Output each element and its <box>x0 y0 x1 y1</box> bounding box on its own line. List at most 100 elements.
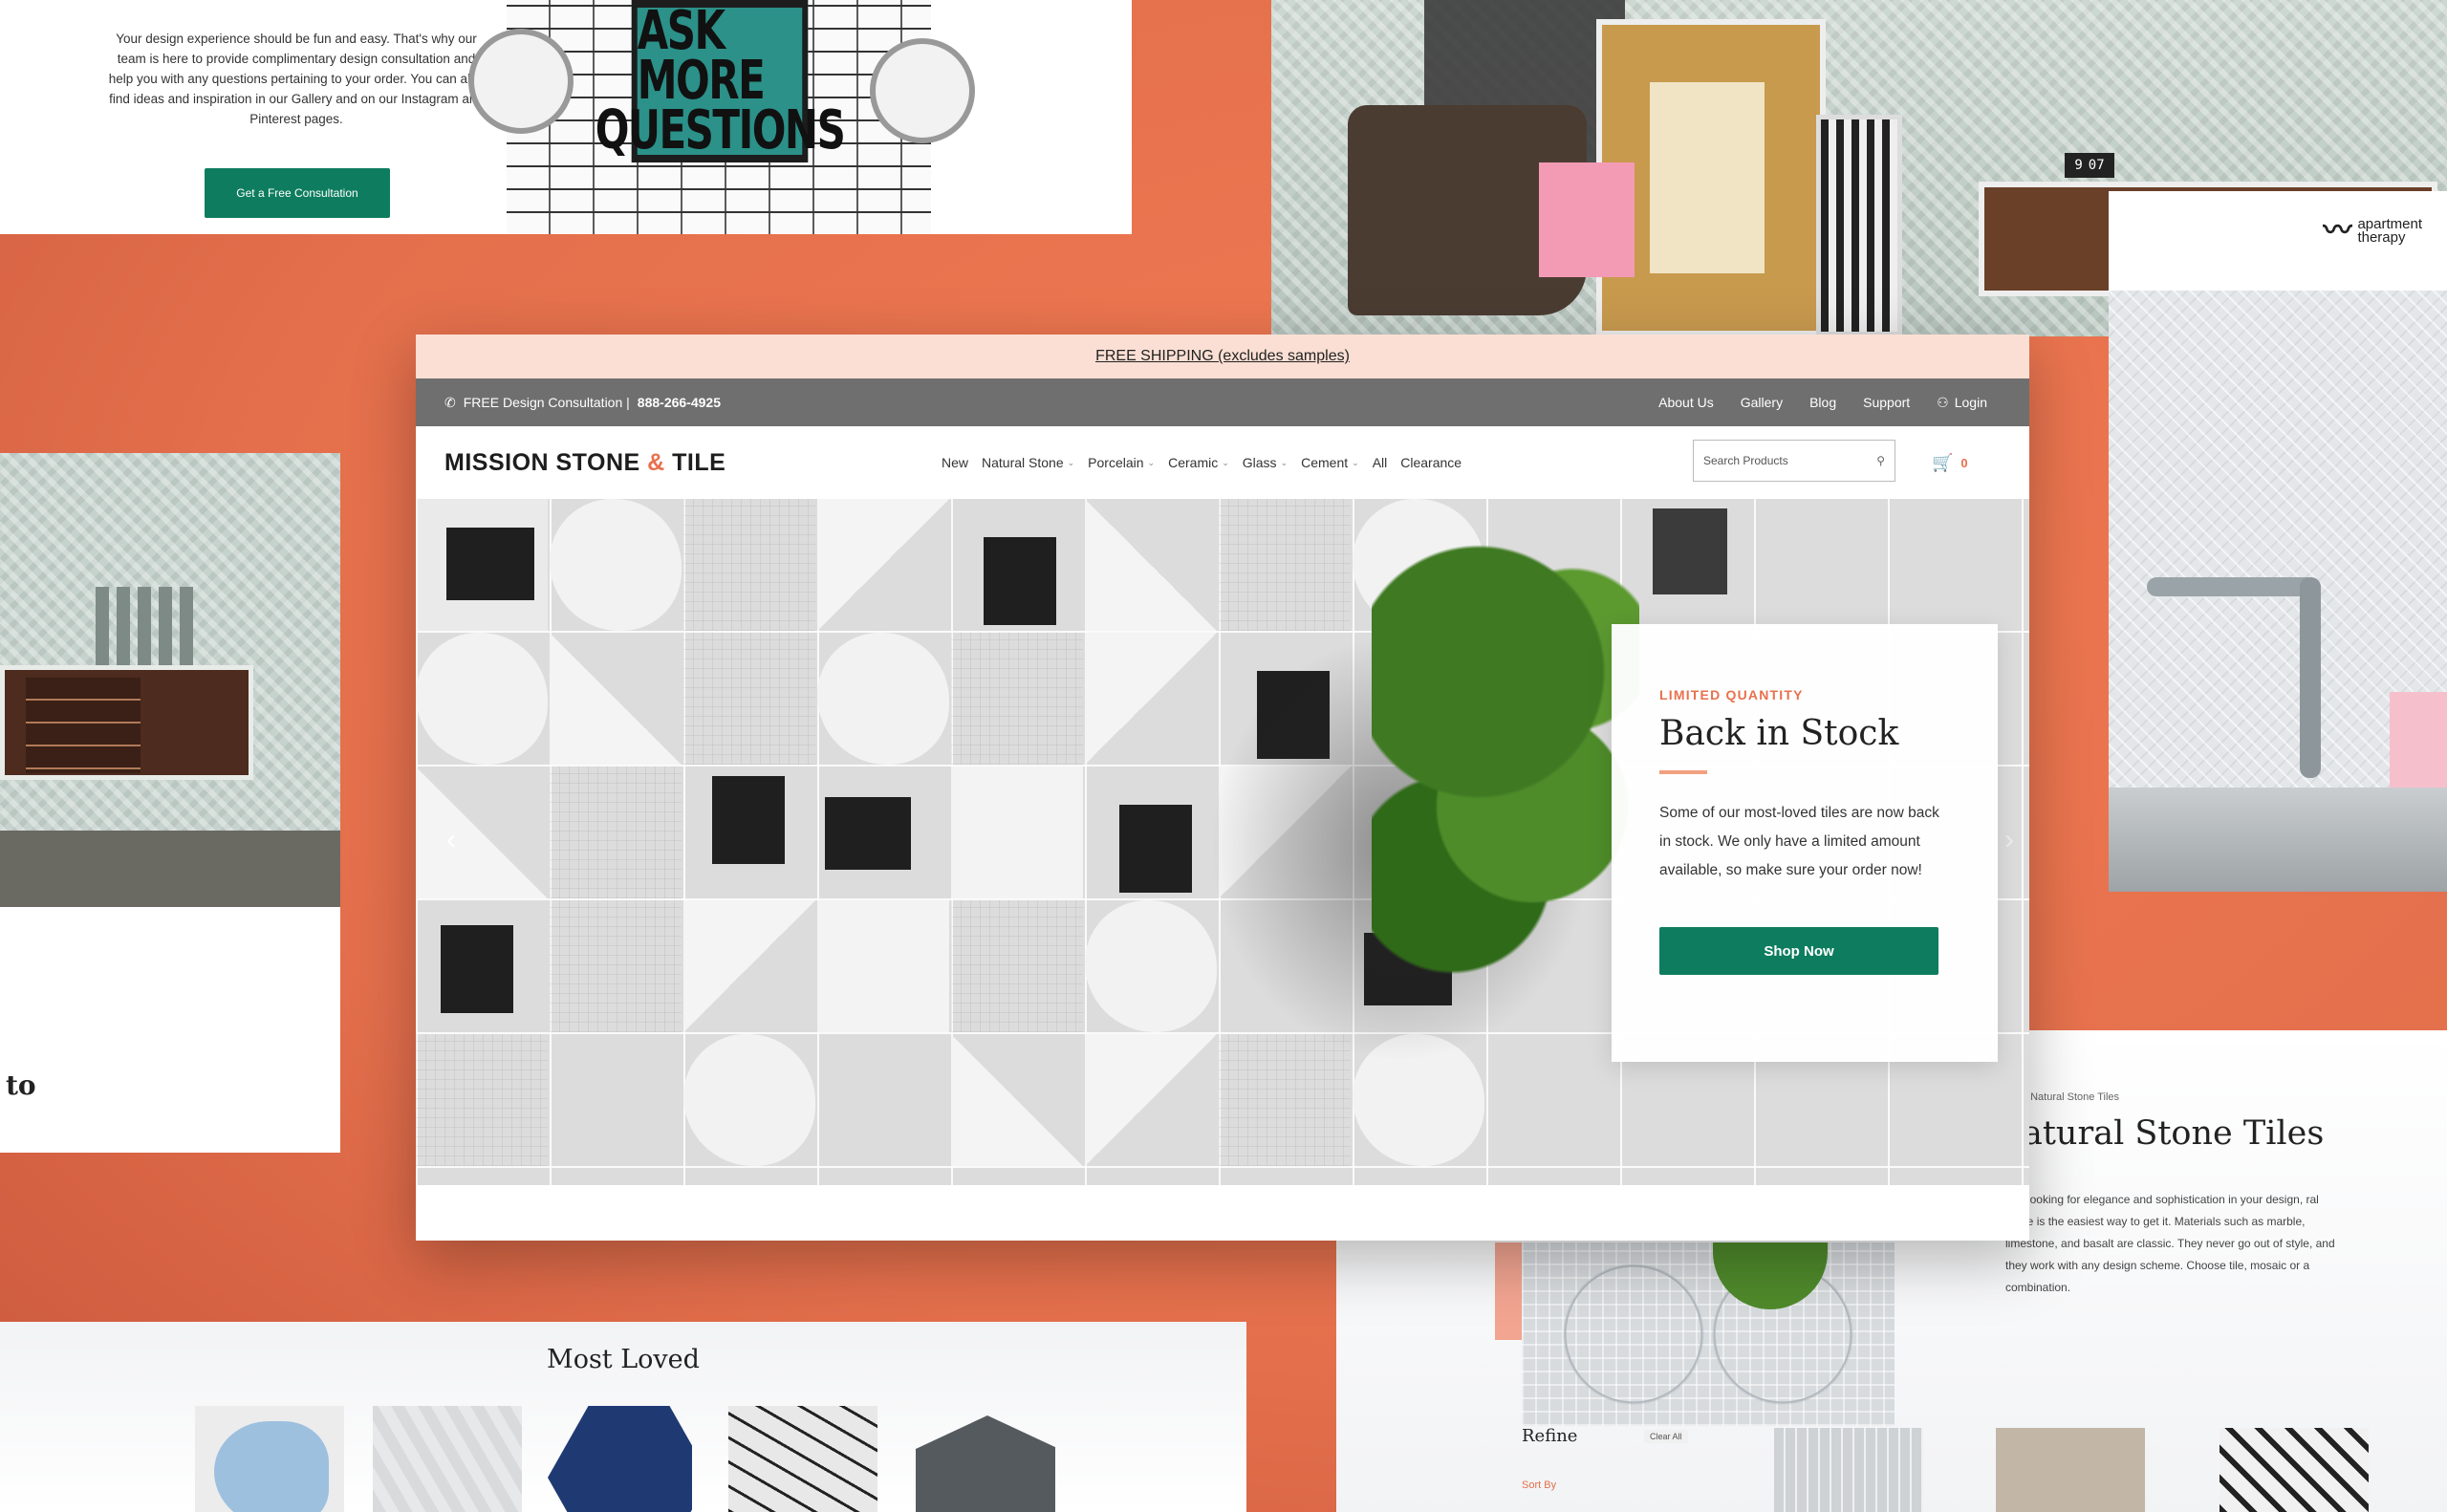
logo-text: TILE <box>672 448 726 476</box>
search-placeholder: Search Products <box>1703 454 1788 467</box>
product-thumbnail[interactable] <box>1996 1428 2145 1512</box>
cart-count: 0 <box>1960 456 1968 470</box>
promo-divider <box>1659 770 1707 774</box>
menu-item-natural-stone[interactable]: Natural Stone ⌄ <box>982 455 1074 470</box>
poster-line-1: ASK MORE <box>637 0 766 112</box>
menu-label: Cement <box>1301 455 1349 470</box>
menu-item-ceramic[interactable]: Ceramic ⌄ <box>1168 455 1229 470</box>
carousel-prev-arrow-icon[interactable]: ‹ <box>446 824 456 856</box>
menu-item-clearance[interactable]: Clearance <box>1400 455 1462 470</box>
heading-fragment: to <box>6 1069 36 1101</box>
sort-by-toggle[interactable]: Sort By <box>1522 1480 1556 1491</box>
clear-all-button[interactable]: Clear All <box>1644 1430 1688 1443</box>
blog-link[interactable]: Blog <box>1809 395 1836 410</box>
menu-label: Ceramic <box>1168 455 1219 470</box>
product-thumbnail[interactable] <box>195 1406 344 1512</box>
user-icon: ⚇ <box>1937 394 1949 410</box>
marble-mosaic-photo <box>1522 1242 1895 1426</box>
most-loved-title: Most Loved <box>547 1345 700 1374</box>
apartment-therapy-icon: 〰 <box>2323 214 2352 248</box>
left-text-panel: to <box>0 907 340 1153</box>
vases <box>96 587 201 665</box>
wall-clock-icon <box>870 38 975 143</box>
chevron-down-icon: ⌄ <box>1147 457 1156 467</box>
promo-title: Back in Stock <box>1659 714 1899 753</box>
faucet <box>2147 577 2319 596</box>
press-logo-bar: 〰 apartment therapy <box>2109 191 2447 291</box>
promo-body: Some of our most-loved tiles are now bac… <box>1659 805 1939 878</box>
sink <box>2109 788 2447 892</box>
free-consultation-button[interactable]: Get a Free Consultation <box>205 168 390 218</box>
below-hero-area <box>416 1185 2029 1241</box>
kitchen-sink-photo <box>2109 291 2447 892</box>
chevron-down-icon: ⌄ <box>1067 457 1075 467</box>
breadcrumb[interactable]: / Natural Stone Tiles <box>2025 1091 2119 1103</box>
clock-hour: 9 <box>2074 158 2083 173</box>
homepage-mockup: FREE SHIPPING (excludes samples) ✆ FREE … <box>416 335 2029 1241</box>
pink-cup <box>2390 692 2447 797</box>
product-thumbnail[interactable] <box>543 1406 692 1512</box>
utility-bar: ✆ FREE Design Consultation | 888-266-492… <box>416 378 2029 426</box>
potted-plant <box>1372 537 1639 986</box>
site-logo[interactable]: MISSION STONE & TILE <box>444 449 725 477</box>
decor-strip <box>1495 1242 1522 1340</box>
flip-clock: 9 07 <box>2065 153 2114 178</box>
wall-clock-icon <box>468 29 574 134</box>
logo-line-2: therapy <box>2357 229 2406 246</box>
logo-ampersand: & <box>647 448 665 476</box>
brick-wall-photo: ASK MORE QUESTIONS <box>468 0 975 234</box>
refine-heading: Refine <box>1522 1426 1578 1446</box>
utility-links: About Us Gallery Blog Support ⚇ Login <box>1658 395 1987 411</box>
menu-item-new[interactable]: New <box>942 455 968 470</box>
product-thumbnail[interactable] <box>2220 1428 2369 1512</box>
carousel-next-arrow-icon[interactable]: › <box>2004 824 2014 856</box>
chevron-down-icon: ⌄ <box>1222 457 1229 467</box>
apartment-therapy-logo: 〰 apartment therapy <box>2323 214 2422 248</box>
floor <box>0 831 340 907</box>
category-description: u're looking for elegance and sophistica… <box>2005 1193 2335 1294</box>
promo-card: LIMITED QUANTITY Back in Stock Some of o… <box>1612 624 1998 1062</box>
cart-button[interactable]: 🛒 0 <box>1932 453 1968 473</box>
menu-label: Glass <box>1242 455 1277 470</box>
consultation-text: Your design experience should be fun and… <box>108 32 485 126</box>
login-label: Login <box>1954 395 1987 410</box>
shop-now-button[interactable]: Shop Now <box>1659 927 1938 975</box>
most-loved-panel: Most Loved <box>0 1322 1246 1512</box>
chevron-down-icon: ⌄ <box>1352 457 1359 467</box>
poster-line-2: QUESTIONS <box>595 99 846 162</box>
phone-icon: ✆ <box>444 394 456 410</box>
support-link[interactable]: Support <box>1863 395 1910 410</box>
menu-item-glass[interactable]: Glass ⌄ <box>1243 455 1288 470</box>
product-thumbnail[interactable] <box>906 1406 1055 1512</box>
menu-label: New <box>942 455 969 470</box>
hero-carousel: ‹ › LIMITED QUANTITY Back in Stock Some … <box>416 499 2029 1185</box>
menu-item-porcelain[interactable]: Porcelain ⌄ <box>1088 455 1155 470</box>
menu-item-all[interactable]: All <box>1373 455 1388 470</box>
search-input[interactable]: Search Products ⚲ <box>1693 440 1895 482</box>
category-title: atural Stone Tiles <box>2023 1114 2325 1153</box>
pink-artwork <box>1539 162 1635 277</box>
search-icon[interactable]: ⚲ <box>1876 454 1885 467</box>
menu-item-cement[interactable]: Cement ⌄ <box>1301 455 1359 470</box>
faucet <box>2300 577 2321 778</box>
wood-sideboard <box>0 665 253 780</box>
consultation-label: FREE Design Consultation | <box>463 395 630 410</box>
cart-icon: 🛒 <box>1932 453 1954 472</box>
free-shipping-banner[interactable]: FREE SHIPPING (excludes samples) <box>416 335 2029 378</box>
menu-label: Natural Stone <box>982 455 1064 470</box>
product-thumbnail[interactable] <box>373 1406 522 1512</box>
product-thumbnail[interactable] <box>728 1406 877 1512</box>
clock-minutes: 07 <box>2088 158 2105 173</box>
phone-number[interactable]: 888-266-4925 <box>638 395 721 410</box>
gallery-link[interactable]: Gallery <box>1741 395 1783 410</box>
right-press-panel: 〰 apartment therapy <box>2109 191 2447 892</box>
logo-text: MISSION STONE <box>444 448 640 476</box>
login-link[interactable]: ⚇ Login <box>1937 395 1987 411</box>
about-us-link[interactable]: About Us <box>1658 395 1714 410</box>
main-navigation: MISSION STONE & TILE New Natural Stone ⌄ … <box>416 426 2029 499</box>
ask-more-questions-poster: ASK MORE QUESTIONS <box>596 0 846 162</box>
product-thumbnail[interactable] <box>1774 1428 1923 1512</box>
consultation-contact: ✆ FREE Design Consultation | 888-266-492… <box>444 395 721 411</box>
menu-label: All <box>1372 455 1388 470</box>
left-room-photo <box>0 453 340 907</box>
